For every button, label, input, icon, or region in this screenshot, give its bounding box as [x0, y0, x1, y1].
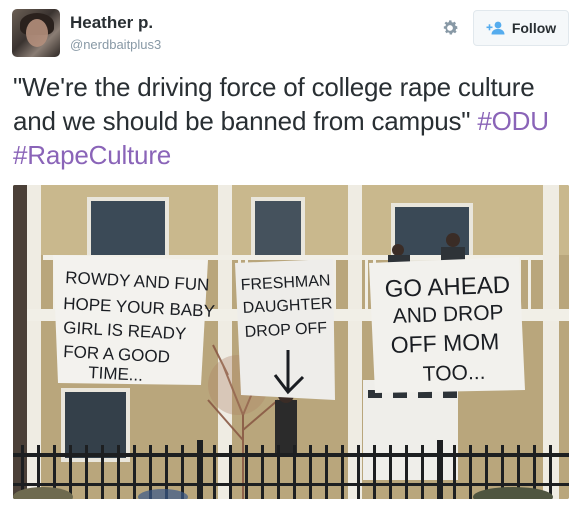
avatar-face [26, 19, 48, 47]
banner-3: GO AHEAD AND DROP OFF MOM TOO... [369, 257, 525, 393]
tweet-body: "We're the driving force of college rape… [13, 72, 535, 136]
banner-2: FRESHMAN DAUGHTER DROP OFF [235, 259, 335, 400]
add-user-icon [486, 21, 505, 35]
banner-3-line: TOO... [422, 361, 485, 386]
banner-3-line: AND DROP [392, 301, 504, 328]
user-avatar[interactable] [12, 9, 60, 57]
hashtag-link[interactable]: #ODU [477, 106, 549, 136]
follow-label: Follow [511, 20, 557, 36]
banner-1-line: TIME... [88, 363, 144, 385]
tweet-text: "We're the driving force of college rape… [13, 70, 568, 172]
tweet-card: Heather p. @nerdbaitplus3 Follow "We're … [0, 0, 580, 505]
hashtag-link[interactable]: #RapeCulture [13, 140, 171, 170]
gear-icon[interactable] [437, 15, 463, 41]
banner-3-line: GO AHEAD [384, 272, 510, 303]
follow-button[interactable]: Follow [473, 10, 569, 46]
banner-3-line: OFF MOM [390, 328, 499, 358]
display-name[interactable]: Heather p. [70, 13, 153, 33]
username-handle[interactable]: @nerdbaitplus3 [70, 37, 161, 52]
banner-1: ROWDY AND FUN HOPE YOUR BABY GIRL IS REA… [53, 255, 215, 385]
tweet-photo[interactable]: ROWDY AND FUN HOPE YOUR BABY GIRL IS REA… [13, 185, 569, 499]
